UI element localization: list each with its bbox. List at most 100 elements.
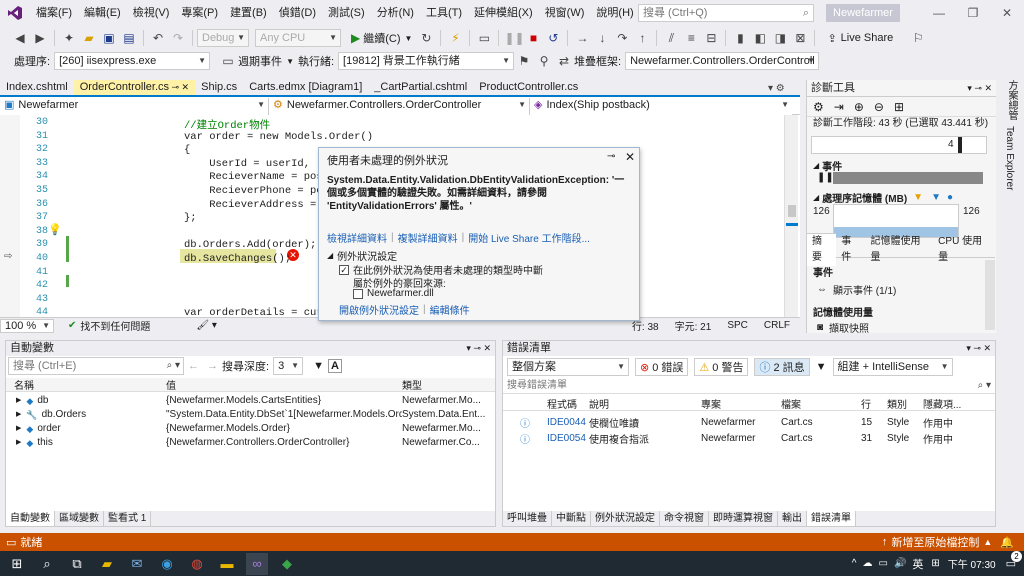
take-snapshot-button[interactable]: ◙ 擷取快照 bbox=[817, 320, 869, 335]
notifications-bell-icon[interactable]: 🔔 bbox=[1000, 536, 1014, 549]
diag-tab[interactable]: 事件 bbox=[836, 234, 865, 266]
autos-row[interactable]: ▶ ◆ this {Newefarmer.Controllers.OrderContr… bbox=[6, 436, 495, 450]
editor-tab[interactable]: ProductController.cs bbox=[473, 80, 584, 95]
diag-tab[interactable]: 記憶體使用量 bbox=[865, 234, 933, 266]
errors-bottom-tab[interactable]: 即時運算視窗 bbox=[709, 511, 778, 526]
menu-item[interactable]: 建置(B) bbox=[224, 0, 273, 26]
search-depth-select[interactable]: 3 ▼ bbox=[273, 357, 304, 375]
action-center-icon[interactable]: ▭ 2 bbox=[1006, 551, 1022, 570]
platform-select[interactable]: Any CPU ▼ bbox=[255, 29, 341, 47]
expand-arrow-icon[interactable]: ▶ bbox=[16, 408, 21, 422]
solution-explorer-tab[interactable]: 方案總管 bbox=[1004, 80, 1019, 120]
error-row[interactable]: ⓘ IDE0044 使欄位唯讀 Newefarmer Cart.cs 15 Style 作用中 bbox=[503, 415, 995, 430]
diag-scrollbar[interactable] bbox=[985, 260, 995, 330]
variable-value[interactable]: {Newefarmer.Controllers.OrderController} bbox=[166, 436, 402, 450]
break-event-icon[interactable]: ❚❚ bbox=[817, 172, 834, 183]
close-button[interactable]: ✕ bbox=[990, 0, 1024, 26]
col-name[interactable]: 名稱 bbox=[6, 377, 166, 392]
col-description[interactable]: 說明 bbox=[589, 396, 701, 411]
tab-overflow-icon[interactable]: ▾ ⚙ bbox=[768, 80, 798, 97]
open-exception-settings-link[interactable]: 開啟例外狀況設定 bbox=[339, 302, 419, 317]
continue-button[interactable]: ▶ 繼續(C) ▼ bbox=[347, 29, 416, 47]
autos-search-input[interactable]: 搜尋 (Ctrl+E) ⌕ ▾ bbox=[8, 357, 184, 375]
search-input[interactable]: 搜尋 (Ctrl+Q) ⌕ bbox=[638, 4, 814, 22]
bookmark-icon[interactable]: ▮ bbox=[731, 29, 749, 47]
step-over-icon[interactable]: ↷ bbox=[613, 29, 631, 47]
start-live-share-link[interactable]: 開始 Live Share 工作階段... bbox=[468, 230, 590, 245]
zoom-out-icon[interactable]: ⊖ bbox=[874, 100, 884, 114]
messages-filter-button[interactable]: ⓘ 2 訊息 bbox=[754, 358, 810, 376]
col-type[interactable]: 類型 bbox=[402, 377, 492, 392]
menu-item[interactable]: 延伸模組(X) bbox=[468, 0, 539, 26]
tray-overflow-icon[interactable]: ^ bbox=[852, 558, 857, 569]
except-dll-option[interactable]: Newefarmer.dll bbox=[353, 288, 434, 299]
menu-item[interactable]: 檢視(V) bbox=[127, 0, 176, 26]
ime-icon[interactable]: ⊞ bbox=[931, 558, 939, 569]
input-language[interactable]: 英 bbox=[912, 556, 923, 572]
stack-frame-select[interactable]: Newefarmer.Controllers.OrderControll ▼ bbox=[625, 52, 820, 70]
editor-tab[interactable]: Carts.edmx [Diagram1] bbox=[243, 80, 368, 95]
network-icon[interactable]: ▭ bbox=[878, 558, 887, 569]
edit-conditions-link[interactable]: 編輯條件 bbox=[430, 302, 470, 317]
add-source-control[interactable]: 新增至原始檔控制 bbox=[891, 534, 979, 550]
menu-item[interactable]: 工具(T) bbox=[420, 0, 468, 26]
pin-icon[interactable]: ⊸ bbox=[607, 151, 615, 162]
errors-window-controls-icon[interactable]: ▾ ⊸ ✕ bbox=[966, 341, 991, 356]
edge-icon[interactable]: ◉ bbox=[156, 553, 178, 575]
col-code[interactable]: 程式碼 bbox=[547, 396, 589, 411]
autos-window-controls-icon[interactable]: ▾ ⊸ ✕ bbox=[466, 341, 491, 356]
col-value[interactable]: 值 bbox=[166, 377, 402, 392]
team-explorer-tab[interactable]: Team Explorer bbox=[1004, 126, 1015, 190]
expand-arrow-icon[interactable]: ▶ bbox=[16, 394, 21, 408]
exception-close-icon[interactable]: ✕ bbox=[625, 150, 635, 164]
thread-select[interactable]: [19812] 背景工作執行緒 ▼ bbox=[338, 52, 515, 70]
editor-tab[interactable]: OrderController.cs ⊸ ✕ bbox=[73, 80, 196, 95]
volume-icon[interactable]: 🔊 bbox=[894, 558, 906, 569]
break-checkbox[interactable]: ✓ bbox=[339, 264, 349, 275]
scroll-thumb[interactable] bbox=[788, 205, 796, 217]
zoom-select[interactable]: 100 % ▼ bbox=[0, 318, 54, 333]
col-line[interactable]: 行 bbox=[861, 396, 887, 411]
pause-icon[interactable]: ❚❚ bbox=[504, 29, 524, 47]
errors-bottom-tab[interactable]: 命令視窗 bbox=[660, 511, 709, 526]
config-select[interactable]: Debug ▼ bbox=[197, 29, 249, 47]
hot-reload-icon[interactable]: ⚡ bbox=[446, 29, 464, 47]
errors-bottom-tab[interactable]: 輸出 bbox=[778, 511, 807, 526]
expand-arrow-icon[interactable]: ▶ bbox=[16, 422, 21, 436]
save-all-icon[interactable]: ▤ bbox=[120, 29, 138, 47]
forward-icon[interactable]: ▶ bbox=[31, 29, 49, 47]
col-suppression[interactable]: 隱藏項... bbox=[923, 396, 983, 411]
errors-bottom-tab[interactable]: 錯誤清單 bbox=[807, 511, 856, 526]
restore-button[interactable]: ❐ bbox=[956, 0, 990, 26]
error-code-link[interactable]: IDE0044 bbox=[547, 417, 589, 428]
variable-value[interactable]: {Newefarmer.Models.Order} bbox=[166, 422, 402, 436]
menu-item[interactable]: 分析(N) bbox=[371, 0, 420, 26]
taskbar-search-icon[interactable]: ⌕ bbox=[36, 553, 58, 575]
menu-item[interactable]: 測試(S) bbox=[322, 0, 371, 26]
col-category[interactable]: 類別 bbox=[887, 396, 923, 411]
autos-row[interactable]: ▶ 🔧 db.Orders "System.Data.Entity.DbSet`1[N… bbox=[6, 408, 495, 422]
char-indicator[interactable]: 字元: 21 bbox=[675, 318, 712, 333]
issues-status[interactable]: 找不到任何問題 bbox=[80, 318, 150, 333]
text-visualizer-icon[interactable]: A bbox=[327, 359, 342, 373]
errors-search-input[interactable]: 搜尋錯誤清單 ⌕ ▾ bbox=[503, 378, 995, 394]
step-into-icon[interactable]: ↓ bbox=[593, 29, 611, 47]
lifecycle-icon[interactable]: ▭ bbox=[219, 52, 237, 70]
restart-icon[interactable]: ↻ bbox=[417, 29, 435, 47]
menu-item[interactable]: 偵錯(D) bbox=[273, 0, 322, 26]
windows-start-icon[interactable]: ⊞ bbox=[6, 553, 28, 575]
zoom-in-icon[interactable]: ⊕ bbox=[854, 100, 864, 114]
error-code-link[interactable]: IDE0054 bbox=[547, 433, 589, 444]
filter-thread-icon[interactable]: ⚲ bbox=[535, 52, 553, 70]
diag-tab[interactable]: 摘要 bbox=[807, 233, 837, 266]
editor-tab[interactable]: _CartPartial.cshtml bbox=[368, 80, 473, 95]
project-dropdown[interactable]: ▣ Newefarmer ▼ bbox=[0, 96, 268, 115]
build-filter-select[interactable]: 組建 + IntelliSense ▼ bbox=[832, 358, 953, 376]
autos-bottom-tab[interactable]: 監看式 1 bbox=[104, 511, 152, 526]
flag-thread-icon[interactable]: ⚑ bbox=[515, 52, 533, 70]
search-back-icon[interactable]: ← bbox=[188, 360, 199, 372]
expand-arrow-icon[interactable]: ▶ bbox=[16, 436, 21, 450]
autos-row[interactable]: ▶ ◆ db {Newefarmer.Models.CartsEntities} New… bbox=[6, 394, 495, 408]
editor-tab[interactable]: Ship.cs bbox=[195, 80, 243, 95]
stack-icon[interactable]: ⊟ bbox=[702, 29, 720, 47]
